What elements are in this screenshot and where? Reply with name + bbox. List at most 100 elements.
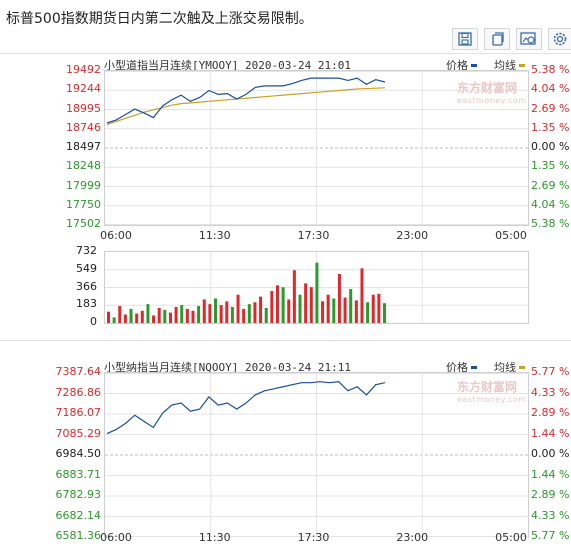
volume-bar (366, 302, 370, 323)
volume-bar (264, 307, 268, 323)
x-tick-label: 05:00 (495, 229, 527, 242)
volume-bar (349, 289, 353, 323)
volume-bar (214, 298, 218, 323)
volume-tick-label: 183 (76, 297, 97, 311)
image-button[interactable] (516, 28, 542, 50)
price-line (106, 77, 386, 124)
volume-bar (225, 301, 229, 323)
x-tick-label: 17:30 (297, 229, 330, 242)
copy-button[interactable] (484, 28, 510, 50)
volume-bar (202, 299, 206, 323)
volume-bar (107, 311, 110, 323)
legend-price-swatch (471, 63, 477, 67)
pct-tick-label: 2.69 % (531, 178, 570, 192)
pct-tick-label: 4.33 % (531, 385, 570, 399)
settings-button[interactable] (548, 28, 571, 50)
y-tick-label: 6984.50 (55, 447, 102, 460)
watermark: 东方财富网 eastmoney.com (457, 81, 527, 105)
volume-bar (281, 287, 285, 323)
volume-bar (208, 304, 212, 323)
volume-bar (191, 310, 195, 323)
pct-tick-label: 1.44 % (531, 467, 570, 481)
volume-bar (112, 317, 116, 323)
volume-bar (174, 306, 178, 323)
pct-tick-label: 2.89 % (531, 488, 570, 501)
copy-icon (492, 32, 504, 46)
volume-bar (377, 293, 381, 323)
y-tick-label: 6883.71 (55, 467, 102, 481)
volume-bar (259, 296, 263, 323)
volume-bar (230, 306, 234, 323)
x-tick-label: 06:00 (100, 229, 132, 242)
volume-bar (219, 305, 223, 323)
volume-bar (315, 262, 319, 323)
volume-bar (321, 301, 325, 323)
volume-bar (354, 300, 358, 323)
volume-bar (332, 298, 336, 323)
save-button[interactable] (452, 28, 478, 50)
image-settings-icon (520, 32, 536, 45)
pct-tick-label: 2.89 % (531, 406, 570, 419)
chart-panel-dow: 小型道指当月连续[YMOOY] 2020-03-24 21:01 价格 均线 东… (0, 54, 571, 340)
volume-bar (292, 270, 296, 323)
pct-tick-label: 5.38 % (531, 63, 570, 76)
pct-tick-label: 4.04 % (531, 197, 570, 211)
pct-tick-label: 4.04 % (531, 82, 570, 96)
y-tick-label: 7286.86 (55, 385, 102, 399)
y-tick-label: 6682.14 (55, 508, 102, 522)
volume-bar (140, 310, 144, 323)
volume-bar (146, 304, 150, 323)
volume-bar (383, 303, 386, 323)
volume-plot[interactable] (104, 251, 529, 324)
pct-tick-label: 0.00 % (531, 140, 570, 153)
pct-tick-label: 0.00 % (531, 447, 570, 460)
volume-bar (337, 273, 341, 323)
y-tick-label: 6782.93 (55, 488, 102, 501)
volume-bar (123, 314, 127, 323)
price-plot[interactable]: 东方财富网 eastmoney.com (104, 70, 529, 226)
volume-tick-label: 0 (90, 315, 97, 328)
volume-bar (129, 308, 133, 323)
volume-bar (304, 283, 308, 323)
y-tick-label: 17750 (66, 197, 101, 211)
price-plot[interactable]: 东方财富网 eastmoney.com (104, 372, 529, 538)
y-tick-label: 18497 (66, 140, 101, 153)
volume-bar (253, 302, 257, 323)
y-tick-label: 19244 (66, 82, 101, 96)
watermark: 东方财富网 eastmoney.com (457, 380, 527, 404)
volume-bar (168, 312, 172, 323)
volume-bar (236, 294, 240, 323)
avg-line (106, 87, 386, 126)
x-tick-label: 11:30 (198, 229, 231, 242)
pct-tick-label: 2.69 % (531, 101, 570, 115)
volume-tick-label: 732 (76, 244, 97, 257)
price-line (106, 381, 386, 435)
y-tick-label: 7387.64 (55, 365, 102, 378)
volume-bar (157, 307, 161, 323)
pct-tick-label: 1.35 % (531, 120, 570, 134)
volume-bar (197, 306, 201, 323)
pct-tick-label: 1.44 % (531, 426, 570, 440)
y-tick-label: 19492 (66, 63, 101, 76)
volume-bar (270, 290, 274, 323)
gear-icon (553, 32, 567, 46)
legend-avg-swatch (519, 63, 525, 67)
legend-price-swatch (471, 365, 477, 369)
volume-bar (247, 304, 251, 323)
y-tick-label: 17999 (66, 178, 101, 192)
chart-panel-nasdaq: 小型纳指当月连续[NQOOY] 2020-03-24 21:11 价格 均线 东… (0, 341, 571, 544)
save-icon (458, 32, 472, 46)
volume-bar (287, 299, 291, 323)
y-tick-label: 18995 (66, 101, 101, 115)
y-tick-label: 6581.36 (55, 529, 102, 542)
volume-bar (185, 308, 189, 323)
volume-bar (298, 294, 302, 323)
volume-chart (105, 252, 528, 323)
volume-bar (242, 308, 246, 323)
volume-bar (371, 294, 375, 323)
y-tick-label: 7085.29 (55, 426, 102, 440)
volume-bar (135, 313, 139, 323)
volume-bar (163, 309, 167, 323)
y-tick-label: 17502 (66, 217, 101, 230)
volume-bar (118, 306, 122, 323)
